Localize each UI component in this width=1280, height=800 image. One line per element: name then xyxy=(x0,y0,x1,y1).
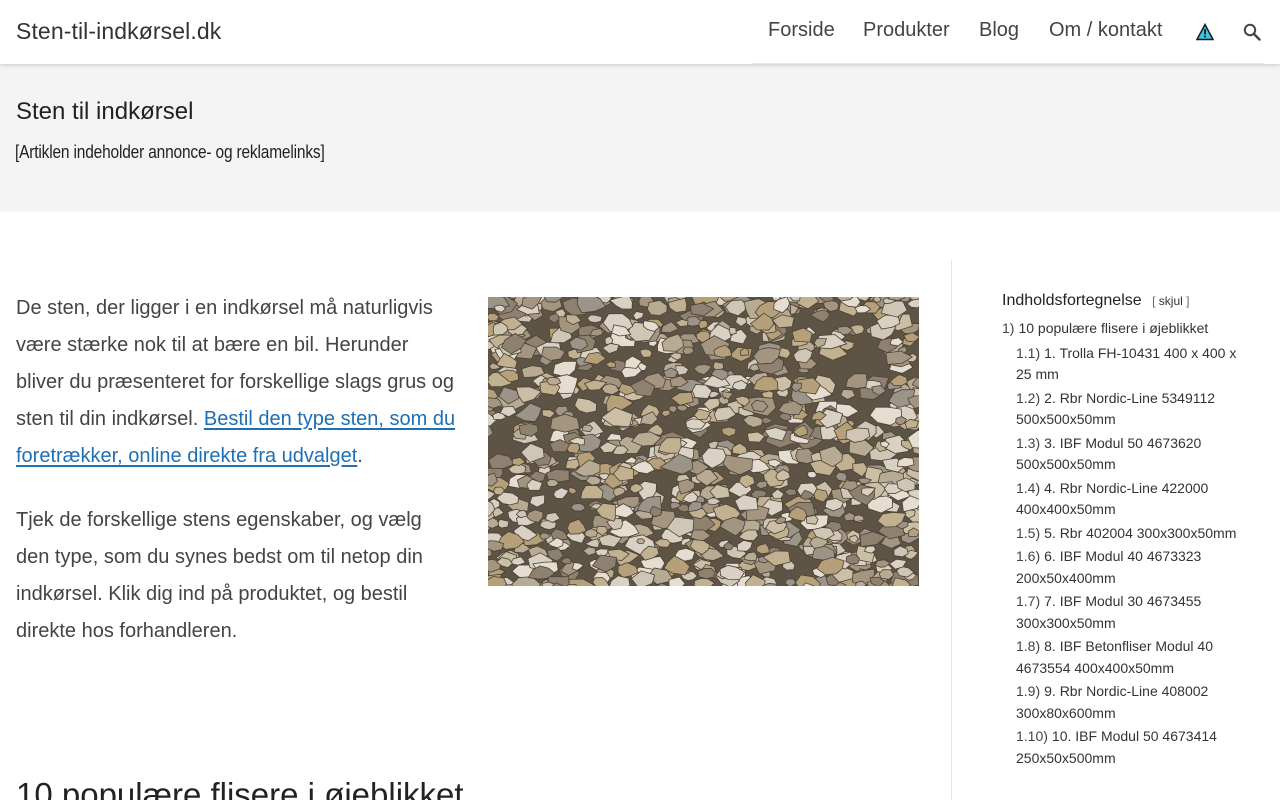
gravel-stone xyxy=(697,567,716,580)
gravel-stone xyxy=(586,314,603,324)
gravel-stone xyxy=(488,576,507,586)
gravel-stone xyxy=(636,538,646,545)
gravel-stone xyxy=(581,424,594,433)
toc-subitem[interactable]: 1.3) 3. IBF Modul 50 4673620 500x500x50mm xyxy=(1016,433,1252,476)
toc-subitem[interactable]: 1.2) 2. Rbr Nordic-Line 5349112 500x500x5… xyxy=(1016,388,1252,431)
toc-list: 1) 10 populære flisere i øjeblikket 1.1) 1… xyxy=(1002,318,1252,769)
instructions-paragraph: Tjek de forskellige stens egenskaber, og… xyxy=(16,509,423,642)
toc-subitem[interactable]: 1.9) 9. Rbr Nordic-Line 408002 300x80x600… xyxy=(1016,681,1252,724)
gravel-stone xyxy=(546,376,562,386)
article-intro: De sten, der ligger i en indkørsel må na… xyxy=(16,290,456,650)
nav-item-om-kontakt[interactable]: Om / kontakt xyxy=(1049,19,1162,42)
toc-header: Indholdsfortegnelse [ skjul ] xyxy=(1002,292,1252,310)
page-title: Sten til indkørsel xyxy=(16,98,194,125)
main-nav: Forside Produkter Blog Om / kontakt xyxy=(752,0,1264,64)
toc-subitem[interactable]: 1.10) 10. IBF Modul 50 4673414 250x50x500… xyxy=(1016,726,1252,769)
toc-subitem[interactable]: 1.1) 1. Trolla FH-10431 400 x 400 x 25 mm xyxy=(1016,343,1252,386)
toc-subitem[interactable]: 1.4) 4. Rbr Nordic-Line 422000 400x400x50… xyxy=(1016,478,1252,521)
search-icon[interactable] xyxy=(1242,22,1262,42)
gravel-photo xyxy=(488,297,919,586)
toc-subitem[interactable]: 1.5) 5. Rbr 402004 300x300x50mm xyxy=(1016,523,1252,545)
toc-title: Indholdsfortegnelse xyxy=(1002,292,1142,309)
blue-triangle-logo-icon[interactable] xyxy=(1195,22,1215,41)
toc-subitem[interactable]: 1.6) 6. IBF Modul 40 4673323 200x50x400mm xyxy=(1016,546,1252,589)
table-of-contents: Indholdsfortegnelse [ skjul ] 1) 10 popul… xyxy=(1002,292,1252,771)
intro-paragraph: De sten, der ligger i en indkørsel må na… xyxy=(16,290,456,475)
toc-subitem[interactable]: 1.8) 8. IBF Betonfliser Modul 40 4673554 … xyxy=(1016,636,1252,679)
site-title[interactable]: Sten-til-indkørsel.dk xyxy=(16,18,221,45)
advertising-disclaimer: [Artiklen indeholder annonce- og reklame… xyxy=(15,142,325,162)
nav-item-blog[interactable]: Blog xyxy=(979,19,1019,42)
site-header: Sten-til-indkørsel.dk Forside Produkter … xyxy=(0,0,1280,64)
toc-item[interactable]: 1) 10 populære flisere i øjeblikket 1.1) 1… xyxy=(1002,318,1252,769)
nav-item-forside[interactable]: Forside xyxy=(768,19,835,42)
toc-sublist: 1.1) 1. Trolla FH-10431 400 x 400 x 25 mm… xyxy=(1002,343,1252,770)
nav-item-produkter[interactable]: Produkter xyxy=(863,19,950,42)
section-heading-popular: 10 populære flisere i øjeblikket xyxy=(16,776,464,800)
toc-toggle-button[interactable]: [ skjul ] xyxy=(1152,294,1189,308)
sidebar-divider xyxy=(951,260,952,800)
page-hero: Sten til indkørsel [Artiklen indeholder … xyxy=(0,64,1280,212)
toc-subitem[interactable]: 1.7) 7. IBF Modul 30 4673455 300x300x50mm xyxy=(1016,591,1252,634)
intro-end: . xyxy=(357,445,363,467)
